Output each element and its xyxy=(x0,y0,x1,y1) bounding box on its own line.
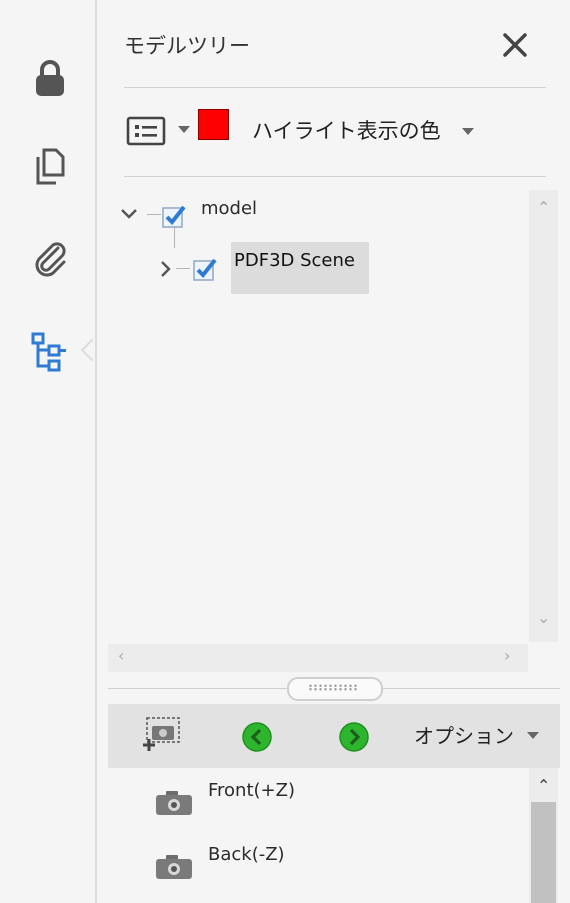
active-pointer xyxy=(80,338,104,362)
tree-horizontal-scrollbar[interactable]: ‹ › xyxy=(108,644,528,672)
highlight-color-label[interactable]: ハイライト表示の色 xyxy=(252,115,441,145)
tree-node-label[interactable]: PDF3D Scene xyxy=(234,250,355,271)
tree-node-label[interactable]: model xyxy=(201,198,257,219)
scroll-up-icon[interactable]: ⌃ xyxy=(537,776,550,795)
chevron-down-icon[interactable] xyxy=(527,732,539,739)
view-label: Back(-Z) xyxy=(208,844,285,865)
scene-checkbox[interactable] xyxy=(193,257,217,281)
chevron-down-icon[interactable] xyxy=(178,126,190,133)
tree-connector xyxy=(147,214,161,215)
grip-dots xyxy=(308,684,358,691)
attachment-icon[interactable] xyxy=(30,236,70,280)
scrollbar-thumb[interactable] xyxy=(531,802,556,903)
add-view-camera-icon[interactable] xyxy=(140,714,182,756)
model-tree-icon[interactable] xyxy=(30,330,70,374)
close-icon[interactable] xyxy=(500,30,530,60)
options-menu[interactable]: オプション xyxy=(414,720,514,749)
divider xyxy=(124,87,546,88)
lock-icon[interactable] xyxy=(30,56,70,100)
divider xyxy=(124,176,546,177)
scroll-down-icon[interactable]: ⌄ xyxy=(537,608,550,627)
tree-connector xyxy=(176,268,190,269)
model-checkbox[interactable] xyxy=(162,204,186,228)
previous-view-icon[interactable] xyxy=(240,720,274,754)
panel-title: モデルツリー xyxy=(124,34,250,58)
view-label: Front(+Z) xyxy=(208,780,295,801)
list-view-icon[interactable] xyxy=(126,114,168,148)
tree-connector xyxy=(174,226,175,248)
rail-divider xyxy=(95,0,97,903)
chevron-down-icon[interactable] xyxy=(462,128,474,135)
highlight-color-swatch[interactable] xyxy=(198,109,229,140)
expand-icon[interactable] xyxy=(154,258,176,280)
scroll-up-icon[interactable]: ⌃ xyxy=(537,198,550,217)
tree-vertical-scrollbar[interactable]: ⌃ ⌄ xyxy=(529,190,558,642)
pages-icon[interactable] xyxy=(30,144,70,188)
scroll-left-icon[interactable]: ‹ xyxy=(118,646,124,665)
camera-icon xyxy=(154,790,194,816)
collapse-icon[interactable] xyxy=(118,202,140,224)
view-item-back[interactable]: Back(-Z) xyxy=(150,844,450,884)
next-view-icon[interactable] xyxy=(337,720,371,754)
camera-icon xyxy=(154,854,194,880)
scroll-right-icon[interactable]: › xyxy=(504,646,510,665)
view-item-front[interactable]: Front(+Z) xyxy=(150,780,450,820)
tool-rail xyxy=(0,0,104,903)
